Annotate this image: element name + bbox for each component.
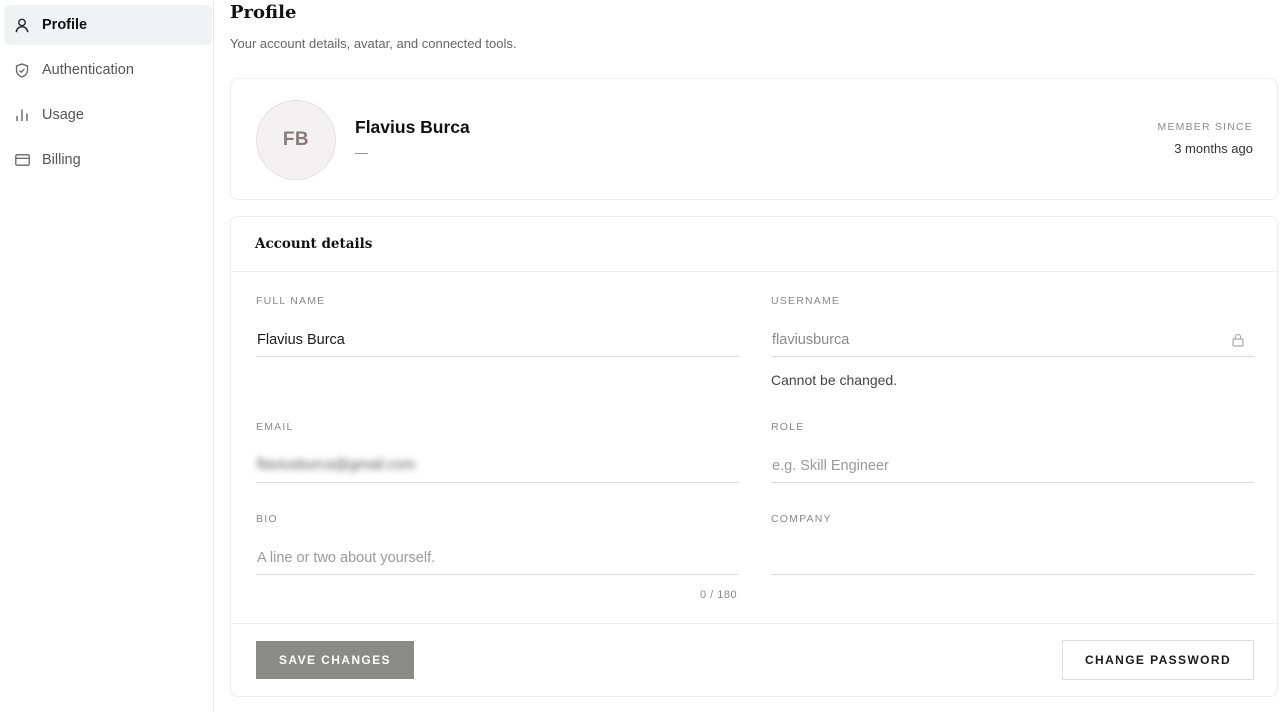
divider — [231, 623, 1277, 624]
sidebar-item-label: Profile — [42, 17, 88, 33]
sidebar: Profile Authentication Usage Billing — [0, 0, 214, 712]
account-details-card: Account details FULL NAME USERNAME Canno… — [230, 216, 1278, 697]
full-name-input[interactable] — [256, 323, 739, 357]
credit-card-icon — [14, 152, 30, 168]
bio-input[interactable] — [256, 541, 739, 575]
sidebar-item-label: Billing — [42, 152, 81, 168]
email-label: EMAIL — [256, 421, 294, 433]
divider — [231, 271, 1277, 272]
save-changes-button[interactable]: SAVE CHANGES — [256, 641, 414, 679]
bio-label: BIO — [256, 513, 278, 525]
sidebar-item-usage[interactable]: Usage — [4, 95, 212, 135]
avatar[interactable]: FB — [256, 100, 336, 180]
sidebar-item-authentication[interactable]: Authentication — [4, 50, 212, 90]
section-title: Account details — [255, 236, 373, 252]
email-field[interactable]: flaviusburca@gmail.com — [256, 449, 739, 483]
page-subtitle: Your account details, avatar, and connec… — [230, 36, 517, 51]
lock-icon — [1231, 333, 1245, 347]
username-input — [771, 323, 1254, 357]
bio-character-counter: 0 / 180 — [700, 589, 738, 601]
main-content: Profile Your account details, avatar, an… — [230, 0, 1280, 712]
member-since-value: 3 months ago — [1174, 141, 1253, 156]
username-helper: Cannot be changed. — [771, 372, 898, 388]
change-password-button[interactable]: CHANGE PASSWORD — [1062, 640, 1254, 680]
profile-name: Flavius Burca — [355, 117, 470, 137]
company-input[interactable] — [771, 541, 1254, 575]
bar-chart-icon — [14, 107, 30, 123]
role-label: ROLE — [771, 421, 805, 433]
sidebar-item-billing[interactable]: Billing — [4, 140, 212, 180]
member-since-label: MEMBER SINCE — [1157, 121, 1253, 133]
sidebar-item-label: Authentication — [42, 62, 134, 78]
shield-icon — [14, 62, 30, 78]
user-icon — [14, 17, 30, 33]
page-title: Profile — [230, 2, 297, 23]
profile-secondary: — — [355, 145, 368, 160]
sidebar-item-label: Usage — [42, 107, 84, 123]
role-input[interactable] — [771, 449, 1254, 483]
company-label: COMPANY — [771, 513, 832, 525]
email-value: flaviusburca@gmail.com — [257, 457, 416, 473]
full-name-label: FULL NAME — [256, 295, 326, 307]
username-label: USERNAME — [771, 295, 841, 307]
profile-summary-card: FB Flavius Burca — MEMBER SINCE 3 months… — [230, 78, 1278, 200]
sidebar-item-profile[interactable]: Profile — [4, 5, 212, 45]
